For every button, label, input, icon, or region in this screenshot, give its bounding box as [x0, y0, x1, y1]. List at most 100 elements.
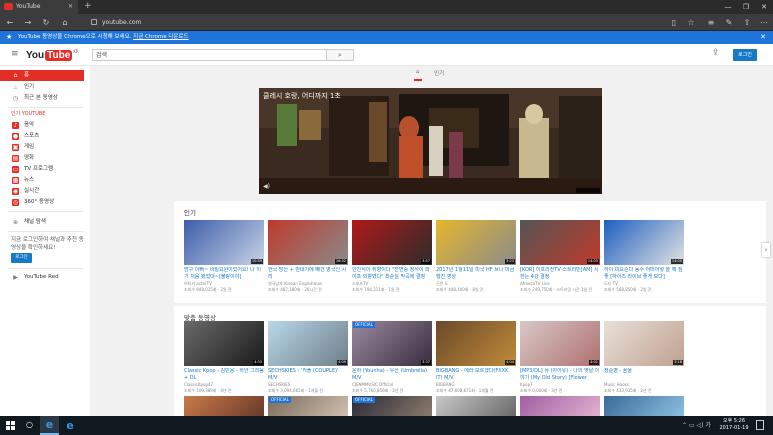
reading-view-icon[interactable]: ▯ — [667, 14, 681, 31]
notification-center-icon[interactable] — [756, 420, 764, 430]
video-title[interactable]: SECHSKIES - '커플 (COUPLE)' M/V — [268, 368, 348, 382]
video-channel[interactable]: CJENMMUSIC Official — [352, 382, 432, 387]
video-duration: 14:05 — [586, 259, 599, 264]
video-thumbnail[interactable]: 10:59 — [184, 220, 264, 265]
volume-icon[interactable]: ◀) — [263, 183, 270, 190]
internet-explorer-icon[interactable]: e — [62, 416, 78, 435]
share-icon[interactable]: ⇧ — [740, 14, 754, 31]
video-duration: 4:01 — [589, 360, 599, 365]
sidebar-item-label: 음악 — [24, 122, 35, 128]
video-thumbnail[interactable]: 3:23 — [436, 220, 516, 265]
video-title[interactable]: BIGBANG - 에라 모르겠다(FXXK IT) M/V — [436, 368, 516, 382]
tab-close-button[interactable]: ✕ — [68, 0, 73, 14]
video-channel[interactable]: AfreecaTV Live — [520, 281, 600, 286]
video-thumbnail[interactable] — [436, 396, 516, 416]
new-tab-button[interactable]: + — [84, 0, 92, 13]
video-title[interactable]: 정준영 - 꿈을 — [604, 368, 684, 375]
forward-icon[interactable]: → — [21, 14, 35, 31]
video-channel[interactable]: ClassicKpop47 — [184, 382, 264, 387]
browser-tab[interactable]: YouTube ✕ — [0, 0, 78, 14]
video-channel[interactable]: Music Hooks — [604, 382, 684, 387]
taskbar-clock[interactable]: 오후 5:26 2017-01-19 — [718, 418, 750, 432]
maximize-button[interactable]: ❐ — [737, 0, 755, 14]
video-channel[interactable]: BIGBANG — [436, 382, 516, 387]
sidebar-item-gaming[interactable]: ▣ 게임 — [0, 142, 84, 153]
window-close-button[interactable]: ✕ — [755, 0, 773, 14]
banner-close-button[interactable]: ✕ — [760, 31, 766, 44]
sidebar-item-history[interactable]: ◷ 최근 본 동영상 — [0, 93, 84, 104]
search-button[interactable]: ⌕ — [327, 49, 354, 61]
more-icon[interactable]: ⋯ — [757, 14, 771, 31]
sidebar-login-hint: 지금 로그인하여 채널과 추천 동영상을 확인하세요! — [11, 237, 84, 251]
sidebar-item-label: 실시간 — [24, 188, 40, 194]
video-thumbnail[interactable]: 14:05 — [520, 220, 600, 265]
video-thumbnail[interactable]: 4:04 — [436, 321, 516, 366]
sidebar-item-live[interactable]: ◉ 실시간 — [0, 186, 84, 197]
video-thumbnail[interactable] — [184, 396, 264, 416]
login-button[interactable]: 로그인 — [733, 49, 757, 61]
web-note-icon[interactable]: ✎ — [722, 14, 736, 31]
sidebar-item-home[interactable]: ⌂ 홈 — [0, 70, 84, 81]
video-title[interactable]: 방구 이뻐~ 비밀요원이었어요! 나 이기 처음 봤었대~[불랑이야] — [184, 267, 264, 281]
video-channel[interactable]: Kpop7 — [520, 382, 600, 387]
logo-tube-text: Tube — [45, 49, 73, 61]
video-title[interactable]: 윤하 (Younha) - 우산 (Umbrella) M/V — [352, 368, 432, 382]
tab-trending[interactable]: 인기 — [434, 69, 444, 77]
video-thumbnail[interactable]: 4:33 — [184, 321, 264, 366]
back-icon[interactable]: ← — [3, 14, 17, 31]
video-channel[interactable]: SECHSKIES — [268, 382, 348, 387]
sidebar-item-label: 채널 탐색 — [24, 219, 46, 225]
upload-icon[interactable]: ⇪ — [712, 48, 720, 58]
sidebar-item-label: 최근 본 동영상 — [24, 95, 58, 101]
address-toolbar: ← → ↻ ⌂ youtube.com ▯ ☆ ≡ ✎ ⇧ ⋯ — [0, 14, 773, 31]
youtube-logo[interactable]: You Tube KR — [26, 49, 79, 61]
home-icon[interactable]: ⌂ — [58, 14, 72, 31]
video-thumbnail[interactable]: 14:00 — [604, 220, 684, 265]
taskbar-search-icon[interactable]: ○ — [26, 420, 33, 429]
video-title[interactable]: [MP3/DL] 뮤 (아이유) - 나의 옛날 이야기 (My Old Sto… — [520, 368, 600, 382]
video-meta: 조회수 487,180회 · 20시간 전 — [268, 287, 322, 292]
video-title[interactable]: 안진식이 취향이다 "잔변증 정석이 파이프 외향였다" 최순실 막곡에 결정 — [352, 267, 432, 281]
video-title[interactable]: 하이 미요즌다 동수 어떠어떻 쓸 해 짐 좋 [하이즈 라이브 좋게 보다] — [604, 267, 684, 281]
video-thumbnail[interactable]: OFFICIAL 3:37 — [352, 321, 432, 366]
ime-indicator[interactable]: 가 — [705, 422, 711, 429]
sidebar-item-sports[interactable]: ● 스포츠 — [0, 131, 84, 142]
video-thumbnail[interactable] — [604, 396, 684, 416]
sidebar-item-movies[interactable]: ▤ 영화 — [0, 153, 84, 164]
featured-video-player[interactable]: 클레시 호랑, 어디까지 1초 ◀) — [259, 88, 602, 194]
video-thumbnail[interactable] — [520, 396, 600, 416]
edge-browser-icon[interactable]: e — [40, 416, 59, 435]
sidebar-item-360[interactable]: ◎ 360° 동영상 — [0, 197, 84, 208]
video-thumbnail[interactable]: 16:32 — [268, 220, 348, 265]
banner-download-link[interactable]: 지금 Chrome 다운로드 — [133, 34, 188, 40]
video-thumbnail[interactable]: OFFICIAL — [268, 396, 348, 416]
minimize-button[interactable]: — — [719, 0, 737, 14]
hamburger-menu-icon[interactable]: ≡ — [11, 49, 19, 59]
sidebar-item-news[interactable]: ▦ 뉴스 — [0, 175, 84, 186]
system-tray-icons[interactable]: ⌃ ▭ ◁) 가 — [682, 420, 711, 429]
sidebar-item-music[interactable]: ♪ 음악 — [0, 120, 84, 131]
sidebar-item-trending[interactable]: ♨ 인기 — [0, 82, 84, 93]
search-input[interactable]: 검색 — [92, 49, 327, 61]
refresh-icon[interactable]: ↻ — [39, 14, 53, 31]
video-duration: 4:33 — [253, 360, 263, 365]
video-thumbnail[interactable]: 3:18 — [604, 321, 684, 366]
video-title[interactable]: [KOR] 이프리전TV 스트리민[AM] 시한는 4강 결정 — [520, 267, 600, 281]
video-thumbnail[interactable]: 4:01 — [520, 321, 600, 366]
video-thumbnail[interactable]: 3:57 — [352, 220, 432, 265]
tab-home[interactable]: ⌂ — [416, 69, 420, 75]
hub-icon[interactable]: ≡ — [704, 14, 718, 31]
video-thumbnail[interactable]: 4:09 — [268, 321, 348, 366]
video-title[interactable]: 한국 방산 + 반대기에 빼건 영국신 시리 — [268, 267, 348, 281]
address-field[interactable]: youtube.com — [90, 16, 680, 29]
sidebar-item-browse-channels[interactable]: ⊕ 채널 탐색 — [0, 217, 84, 228]
sidebar-login-button[interactable]: 로그인 — [11, 253, 32, 263]
windows-start-icon[interactable] — [6, 421, 15, 430]
video-thumbnail[interactable]: OFFICIAL — [352, 396, 432, 416]
next-arrow-icon[interactable]: › — [762, 243, 770, 257]
sidebar-item-tv[interactable]: ▭ TV 프로그램 — [0, 164, 84, 175]
video-title[interactable]: 2017년 1월11일 미국 HF 브니 미금행진 영상 — [436, 267, 516, 281]
sidebar-item-youtube-red[interactable]: ▶ YouTube Red — [0, 272, 84, 283]
favorite-star-icon[interactable]: ☆ — [684, 14, 698, 31]
video-title[interactable]: Classic Kpop - 김민용 - 하얀 그리움 + DL — [184, 368, 264, 382]
